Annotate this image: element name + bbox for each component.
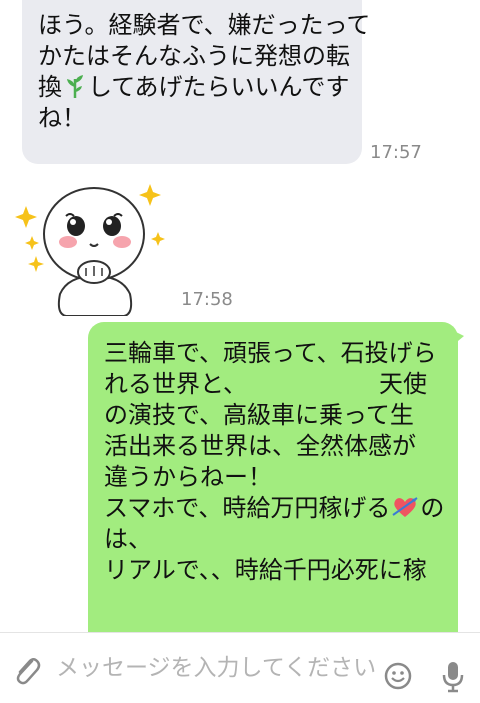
message-timestamp: 17:57 xyxy=(370,142,422,163)
message-line: スマホで、時給万円稼げる の xyxy=(104,493,444,524)
character-sticker-icon xyxy=(15,184,165,317)
message-line: ね！ xyxy=(38,104,86,132)
message-line: かたはそんなふうに発想の転 xyxy=(38,42,350,70)
message-line: ほう。経験者で、嫌だったって xyxy=(38,11,371,39)
chat-area[interactable]: ほう。経験者で、嫌だったって かたはそんなふうに発想の転 換してあげたらいいんで… xyxy=(0,0,480,632)
message-line: 活出来る世界は、全然体感が xyxy=(104,432,416,460)
sticker-timestamp: 17:58 xyxy=(181,289,233,310)
incoming-message-bubble[interactable]: ほう。経験者で、嫌だったって かたはそんなふうに発想の転 換してあげたらいいんで… xyxy=(22,0,371,164)
message-line: リアルで、、時給千円必死に稼 xyxy=(104,556,427,584)
message-fragment: してあげたらいいんです xyxy=(88,73,350,101)
sticker-image[interactable] xyxy=(12,176,172,317)
heart-with-arrow-emoji-icon xyxy=(392,497,418,517)
message-line: の演技で、高級車に乗って生 xyxy=(104,401,414,429)
seedling-emoji-icon xyxy=(67,75,83,98)
smiley-icon[interactable] xyxy=(384,662,412,690)
message-line: 三輪車で、頑張って、石投げら xyxy=(104,339,437,367)
message-fragment: スマホで、時給万円稼げる xyxy=(104,494,391,522)
microphone-icon[interactable] xyxy=(440,660,466,694)
message-input[interactable] xyxy=(56,653,376,683)
message-fragment: の xyxy=(420,494,445,522)
message-fragment: 換 xyxy=(38,73,62,101)
paperclip-icon[interactable] xyxy=(12,653,42,687)
message-line: 換してあげたらいいんです xyxy=(38,72,350,103)
message-line: れる世界と、 天使 xyxy=(104,370,428,398)
message-line: 違うからねー！ xyxy=(104,463,272,491)
outgoing-message-bubble[interactable]: 三輪車で、頑張って、石投げら れる世界と、 天使 の演技で、高級車に乗って生 活… xyxy=(88,322,458,632)
bubble-tail xyxy=(452,330,464,346)
message-line: は、 xyxy=(104,525,152,553)
